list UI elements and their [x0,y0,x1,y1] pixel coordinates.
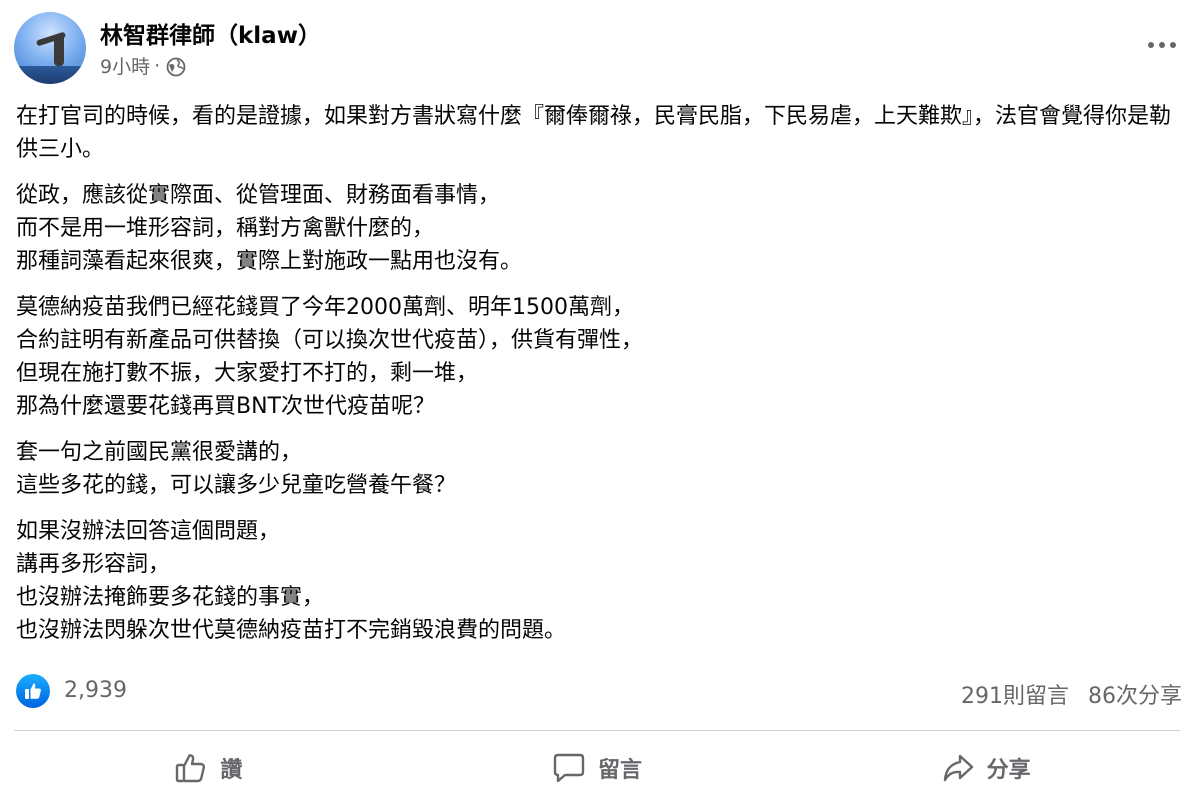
meta-separator: · [154,54,161,77]
post-paragraph: 從政，應該從實際面、從管理面、財務面看事情， 而不是用一堆形容詞，稱對方禽獸什麼… [16,183,523,274]
like-button[interactable]: 讚 [14,740,403,796]
avatar-figure [54,34,64,66]
post-paragraph: 如果沒辦法回答這個問題， 講再多形容詞， 也沒辦法掩飾要多花錢的事實， 也沒辦法… [16,519,567,643]
share-button[interactable]: 分享 [791,740,1180,796]
author-avatar[interactable] [14,12,86,84]
comment-button-label: 留言 [598,758,643,783]
action-divider [14,730,1180,731]
comment-button[interactable]: 留言 [403,740,792,796]
more-dots-icon [1159,42,1165,48]
avatar-ground [14,66,86,84]
post-meta: 9小時 · [100,52,186,79]
share-button-label: 分享 [986,758,1031,783]
post-paragraph: 在打官司的時候，看的是證據，如果對方書狀寫什麼『爾俸爾祿，民膏民脂，下民易虐，上… [16,104,1172,162]
more-options-button[interactable] [1142,32,1182,58]
comment-count[interactable]: 291則留言 [961,684,1069,709]
like-reaction-icon[interactable] [16,674,50,708]
thumbs-up-icon [174,751,208,785]
globe-icon[interactable] [166,57,186,77]
more-dots-icon [1170,42,1176,48]
post-paragraph: 莫德納疫苗我們已經花錢買了今年2000萬劑、明年1500萬劑， 合約註明有新產品… [16,295,644,419]
post-timestamp[interactable]: 9小時 [100,52,150,79]
stats-bar: 2,939 291則留言 86次分享 [16,672,1182,712]
action-bar: 讚 留言 分享 [14,740,1180,796]
more-dots-icon [1148,42,1154,48]
like-button-label: 讚 [220,758,243,783]
share-arrow-icon [941,751,975,785]
engagement-counts: 291則留言 86次分享 [961,678,1182,710]
share-count[interactable]: 86次分享 [1088,684,1182,709]
post-body: 在打官司的時候，看的是證據，如果對方書狀寫什麼『爾俸爾祿，民膏民脂，下民易虐，上… [16,100,1184,660]
post-paragraph: 套一句之前國民黨很愛講的， 這些多花的錢，可以讓多少兒童吃營養午餐？ [16,440,457,498]
like-count[interactable]: 2,939 [64,678,127,703]
author-name[interactable]: 林智群律師（klaw） [100,16,321,50]
speech-bubble-icon [552,751,586,785]
post-header: 林智群律師（klaw） 9小時 · [14,12,1184,86]
